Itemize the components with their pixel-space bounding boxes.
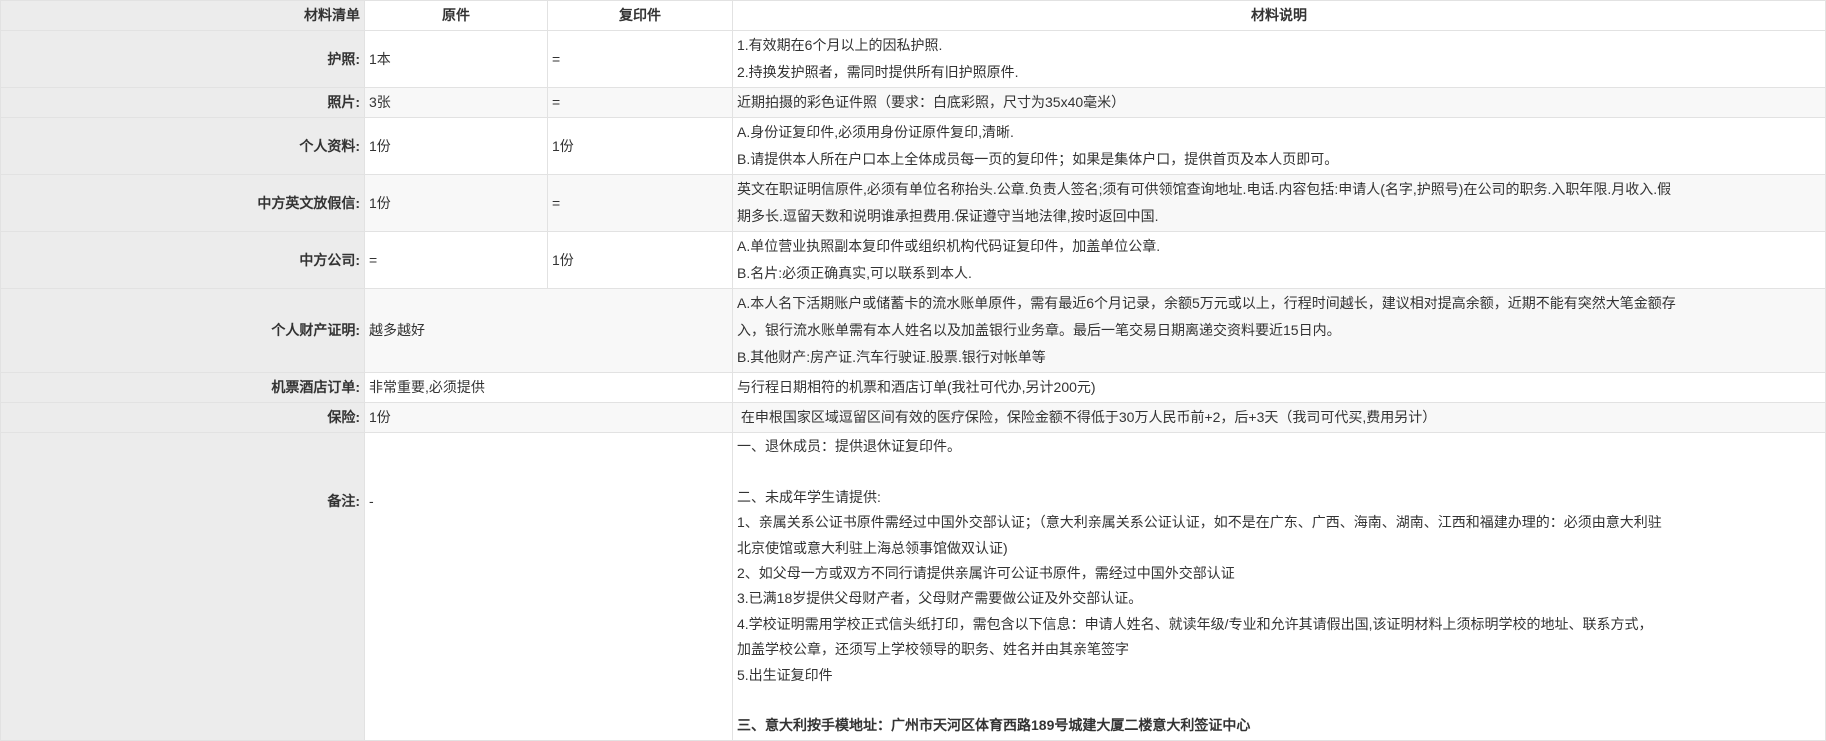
copy-value: = <box>548 175 733 232</box>
description-cell: 1.有效期在6个月以上的因私护照. 2.持换发护照者，需同时提供所有旧护照原件. <box>733 31 1826 88</box>
description-line: 1.有效期在6个月以上的因私护照. <box>737 32 1821 59</box>
description-line: 加盖学校公章，还须写上学校领导的职务、姓名并由其亲笔签字 <box>737 637 1821 662</box>
copy-value: 1份 <box>548 232 733 289</box>
table-row-insurance: 保险: 1份 在申根国家区域逗留区间有效的医疗保险，保险金额不得低于30万人民币… <box>1 403 1826 433</box>
description-line: 与行程日期相符的机票和酒店订单(我社可代办,另计200元) <box>737 374 1821 401</box>
original-value: 1份 <box>365 118 548 175</box>
original-value: 1份 <box>365 175 548 232</box>
description-line: 英文在职证明信原件,必须有单位名称抬头.公章.负责人签名;须有可供领馆查询地址.… <box>737 176 1821 203</box>
original-value: 3张 <box>365 88 548 118</box>
description-line: 期多长.逗留天数和说明谁承担费用.保证遵守当地法律,按时返回中国. <box>737 203 1821 230</box>
description-cell: A.单位营业执照副本复印件或组织机构代码证复印件，加盖单位公章. B.名片:必须… <box>733 232 1826 289</box>
row-label: 个人资料: <box>1 118 365 175</box>
table-row-chinese-company: 中方公司: = 1份 A.单位营业执照副本复印件或组织机构代码证复印件，加盖单位… <box>1 232 1826 289</box>
header-original: 原件 <box>365 1 548 31</box>
description-line: 一、退休成员：提供退休证复印件。 <box>737 434 1821 459</box>
description-cell: 一、退休成员：提供退休证复印件。 二、未成年学生请提供: 1、亲属关系公证书原件… <box>733 433 1826 741</box>
description-line: A.身份证复印件,必须用身份证原件复印,清晰. <box>737 119 1821 146</box>
header-description: 材料说明 <box>733 1 1826 31</box>
description-cell: A.身份证复印件,必须用身份证原件复印,清晰. B.请提供本人所在户口本上全体成… <box>733 118 1826 175</box>
materials-table: 材料清单 原件 复印件 材料说明 护照: 1本 = 1.有效期在6个月以上的因私… <box>0 0 1826 741</box>
requirement-value: - <box>365 433 733 741</box>
description-line: 二、未成年学生请提供: <box>737 485 1821 510</box>
table-row-passport: 护照: 1本 = 1.有效期在6个月以上的因私护照. 2.持换发护照者，需同时提… <box>1 31 1826 88</box>
table-row-vacation-letter: 中方英文放假信: 1份 = 英文在职证明信原件,必须有单位名称抬头.公章.负责人… <box>1 175 1826 232</box>
copy-value: 1份 <box>548 118 733 175</box>
description-line: 北京使馆或意大利驻上海总领事馆做双认证) <box>737 536 1821 561</box>
header-materials-list: 材料清单 <box>1 1 365 31</box>
requirement-value: 非常重要,必须提供 <box>365 373 733 403</box>
row-label: 中方英文放假信: <box>1 175 365 232</box>
row-label: 保险: <box>1 403 365 433</box>
description-line <box>737 459 1821 484</box>
row-label: 备注: <box>1 433 365 741</box>
description-line: 入，银行流水账单需有本人姓名以及加盖银行业务章。最后一笔交易日期离递交资料要近1… <box>737 317 1821 344</box>
description-line: B.请提供本人所在户口本上全体成员每一页的复印件；如果是集体户口，提供首页及本人… <box>737 146 1821 173</box>
description-line: B.名片:必须正确真实,可以联系到本人. <box>737 260 1821 287</box>
description-line: 3.已满18岁提供父母财产者，父母财产需要做公证及外交部认证。 <box>737 586 1821 611</box>
description-cell: 与行程日期相符的机票和酒店订单(我社可代办,另计200元) <box>733 373 1826 403</box>
header-copy: 复印件 <box>548 1 733 31</box>
header-row: 材料清单 原件 复印件 材料说明 <box>1 1 1826 31</box>
description-cell: 英文在职证明信原件,必须有单位名称抬头.公章.负责人签名;须有可供领馆查询地址.… <box>733 175 1826 232</box>
original-value: = <box>365 232 548 289</box>
description-line <box>737 688 1821 713</box>
table-row-personal-data: 个人资料: 1份 1份 A.身份证复印件,必须用身份证原件复印,清晰. B.请提… <box>1 118 1826 175</box>
copy-value: = <box>548 31 733 88</box>
description-line: A.本人名下活期账户或储蓄卡的流水账单原件，需有最近6个月记录，余额5万元或以上… <box>737 290 1821 317</box>
row-label: 照片: <box>1 88 365 118</box>
description-line: 1、亲属关系公证书原件需经过中国外交部认证；（意大利亲属关系公证认证，如不是在广… <box>737 510 1821 535</box>
table-row-ticket-hotel: 机票酒店订单: 非常重要,必须提供 与行程日期相符的机票和酒店订单(我社可代办,… <box>1 373 1826 403</box>
table-row-property-proof: 个人财产证明: 越多越好 A.本人名下活期账户或储蓄卡的流水账单原件，需有最近6… <box>1 289 1826 373</box>
description-line: 近期拍摄的彩色证件照（要求：白底彩照，尺寸为35x40毫米） <box>737 89 1821 116</box>
row-label: 个人财产证明: <box>1 289 365 373</box>
copy-value: = <box>548 88 733 118</box>
description-line: A.单位营业执照副本复印件或组织机构代码证复印件，加盖单位公章. <box>737 233 1821 260</box>
requirement-value: 1份 <box>365 403 733 433</box>
original-value: 1本 <box>365 31 548 88</box>
description-cell: 在申根国家区域逗留区间有效的医疗保险，保险金额不得低于30万人民币前+2，后+3… <box>733 403 1826 433</box>
requirement-value: 越多越好 <box>365 289 733 373</box>
description-cell: 近期拍摄的彩色证件照（要求：白底彩照，尺寸为35x40毫米） <box>733 88 1826 118</box>
description-line: B.其他财产:房产证.汽车行驶证.股票.银行对帐单等 <box>737 344 1821 371</box>
row-label: 机票酒店订单: <box>1 373 365 403</box>
fingerprint-address-line: 三、意大利按手模地址：广州市天河区体育西路189号城建大厦二楼意大利签证中心 <box>737 713 1821 738</box>
description-line: 2.持换发护照者，需同时提供所有旧护照原件. <box>737 59 1821 86</box>
table-row-remarks: 备注: - 一、退休成员：提供退休证复印件。 二、未成年学生请提供: 1、亲属关… <box>1 433 1826 741</box>
description-line: 2、如父母一方或双方不同行请提供亲属许可公证书原件，需经过中国外交部认证 <box>737 561 1821 586</box>
row-label: 中方公司: <box>1 232 365 289</box>
description-line: 4.学校证明需用学校正式信头纸打印，需包含以下信息：申请人姓名、就读年级/专业和… <box>737 612 1821 637</box>
description-line: 在申根国家区域逗留区间有效的医疗保险，保险金额不得低于30万人民币前+2，后+3… <box>737 404 1821 431</box>
description-cell: A.本人名下活期账户或储蓄卡的流水账单原件，需有最近6个月记录，余额5万元或以上… <box>733 289 1826 373</box>
table-row-photo: 照片: 3张 = 近期拍摄的彩色证件照（要求：白底彩照，尺寸为35x40毫米） <box>1 88 1826 118</box>
description-line: 5.出生证复印件 <box>737 663 1821 688</box>
row-label: 护照: <box>1 31 365 88</box>
